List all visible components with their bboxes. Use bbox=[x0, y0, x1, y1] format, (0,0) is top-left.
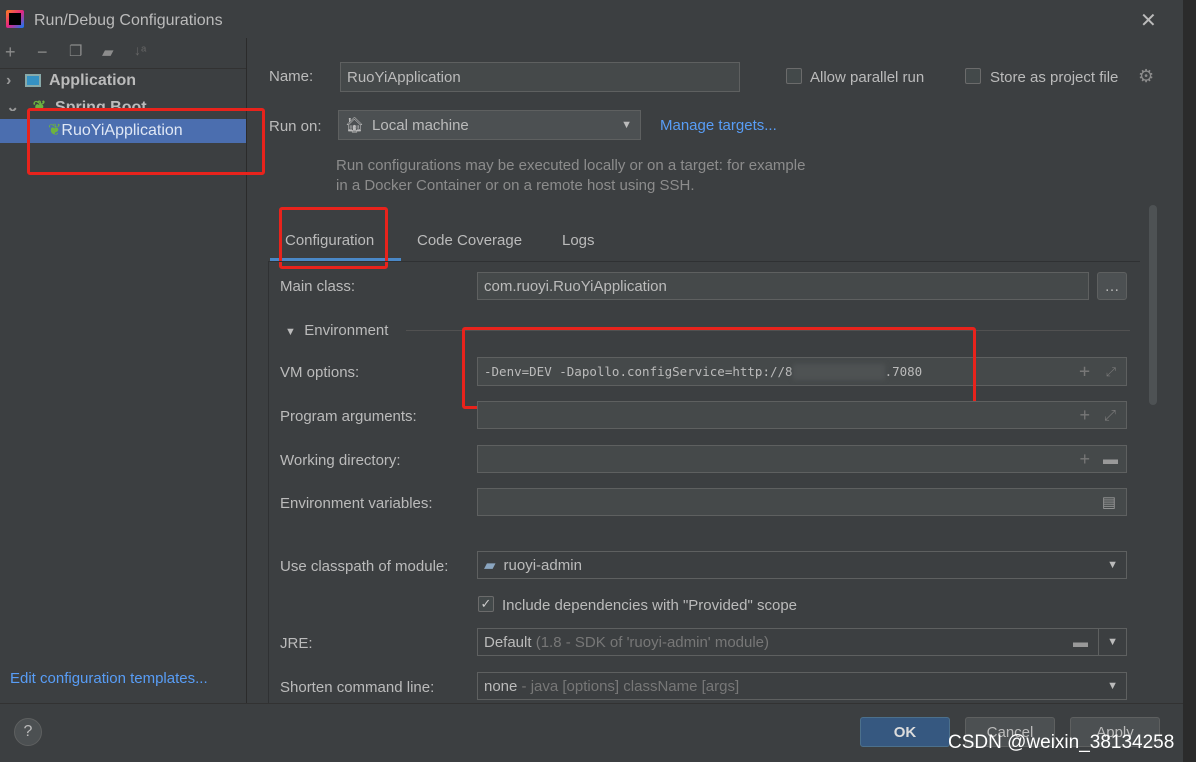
working-dir-input[interactable]: + ▬ bbox=[477, 445, 1127, 473]
chevron-down-icon: ▼ bbox=[621, 119, 632, 131]
module-folder-icon: ▰ bbox=[484, 557, 496, 574]
shorten-select[interactable]: none - java [options] className [args] ▼ bbox=[477, 672, 1127, 700]
environment-toggle[interactable]: ▼ Environment bbox=[285, 322, 388, 339]
watermark: CSDN @weixin_38134258 bbox=[948, 732, 1175, 753]
add-icon[interactable]: + bbox=[5, 42, 16, 63]
tab-logs[interactable]: Logs bbox=[562, 232, 595, 249]
run-hint: Run configurations may be executed local… bbox=[336, 157, 806, 194]
name-label: Name: bbox=[269, 68, 314, 85]
store-project-checkbox[interactable] bbox=[965, 68, 981, 84]
ok-button[interactable]: OK bbox=[860, 717, 950, 747]
folder-icon[interactable]: ▬ bbox=[1073, 634, 1088, 651]
include-deps-checkbox[interactable]: ✓ bbox=[478, 596, 494, 612]
gear-icon[interactable]: ⚙ bbox=[1138, 66, 1154, 87]
working-dir-label: Working directory: bbox=[280, 452, 401, 469]
home-icon: 🏠︎ bbox=[345, 117, 365, 134]
copy-icon[interactable]: ❐ bbox=[69, 42, 82, 60]
folder-add-icon[interactable]: ▰ bbox=[102, 43, 114, 61]
main-class-input[interactable]: com.ruoyi.RuoYiApplication bbox=[477, 272, 1089, 300]
scrollbar[interactable] bbox=[1149, 205, 1157, 405]
manage-targets-link[interactable]: Manage targets... bbox=[660, 117, 777, 134]
highlight-box bbox=[462, 327, 976, 409]
triangle-down-icon: ▼ bbox=[285, 326, 296, 338]
classpath-select[interactable]: ▰ ruoyi-admin ▼ bbox=[477, 551, 1127, 579]
program-args-input[interactable]: + ⤢ bbox=[477, 401, 1127, 429]
browse-button[interactable]: … bbox=[1097, 272, 1127, 300]
env-vars-input[interactable]: ▤ bbox=[477, 488, 1127, 516]
dialog-title: Run/Debug Configurations bbox=[34, 12, 223, 29]
program-args-label: Program arguments: bbox=[280, 408, 417, 425]
vm-options-label: VM options: bbox=[280, 364, 360, 381]
include-deps-label: Include dependencies with "Provided" sco… bbox=[502, 597, 798, 614]
allow-parallel-label: Allow parallel run bbox=[810, 69, 925, 86]
expand-icon[interactable]: ⤢ bbox=[1106, 364, 1116, 380]
shorten-label: Shorten command line: bbox=[280, 679, 435, 696]
run-debug-dialog: Run/Debug Configurations ✕ + − ❐ ▰ ↓ᵃ › … bbox=[0, 0, 1183, 762]
name-input[interactable]: RuoYiApplication bbox=[340, 62, 740, 92]
highlight-box bbox=[279, 207, 388, 269]
add-icon[interactable]: + bbox=[1079, 361, 1090, 382]
chevron-down-icon[interactable]: ▼ bbox=[1107, 636, 1118, 648]
highlight-box bbox=[27, 108, 265, 175]
tree-item-application[interactable]: › Application bbox=[6, 72, 136, 90]
env-vars-label: Environment variables: bbox=[280, 495, 433, 512]
folder-icon[interactable]: ▬ bbox=[1103, 451, 1118, 468]
classpath-label: Use classpath of module: bbox=[280, 558, 449, 575]
intellij-logo-icon bbox=[6, 10, 24, 28]
store-project-label: Store as project file bbox=[990, 69, 1119, 86]
help-button[interactable]: ? bbox=[14, 718, 42, 746]
main-class-label: Main class: bbox=[280, 278, 356, 295]
sort-icon[interactable]: ↓ᵃ bbox=[134, 42, 146, 58]
chevron-down-icon: ▼ bbox=[1107, 559, 1118, 571]
add-icon[interactable]: + bbox=[1079, 405, 1090, 426]
expand-icon[interactable]: ⤢ bbox=[1104, 407, 1116, 424]
allow-parallel-checkbox[interactable] bbox=[786, 68, 802, 84]
chevron-down-icon: ▼ bbox=[1107, 680, 1118, 692]
close-icon[interactable]: ✕ bbox=[1140, 8, 1157, 33]
document-icon[interactable]: ▤ bbox=[1102, 493, 1116, 511]
edit-templates-link[interactable]: Edit configuration templates... bbox=[10, 670, 208, 687]
add-icon[interactable]: + bbox=[1079, 449, 1090, 470]
run-on-select[interactable]: 🏠︎ Local machine ▼ bbox=[338, 110, 641, 140]
remove-icon[interactable]: − bbox=[37, 42, 48, 63]
tab-code-coverage[interactable]: Code Coverage bbox=[417, 232, 522, 249]
run-on-label: Run on: bbox=[269, 118, 322, 135]
jre-select[interactable]: Default (1.8 - SDK of 'ruoyi-admin' modu… bbox=[477, 628, 1127, 656]
jre-label: JRE: bbox=[280, 635, 313, 652]
